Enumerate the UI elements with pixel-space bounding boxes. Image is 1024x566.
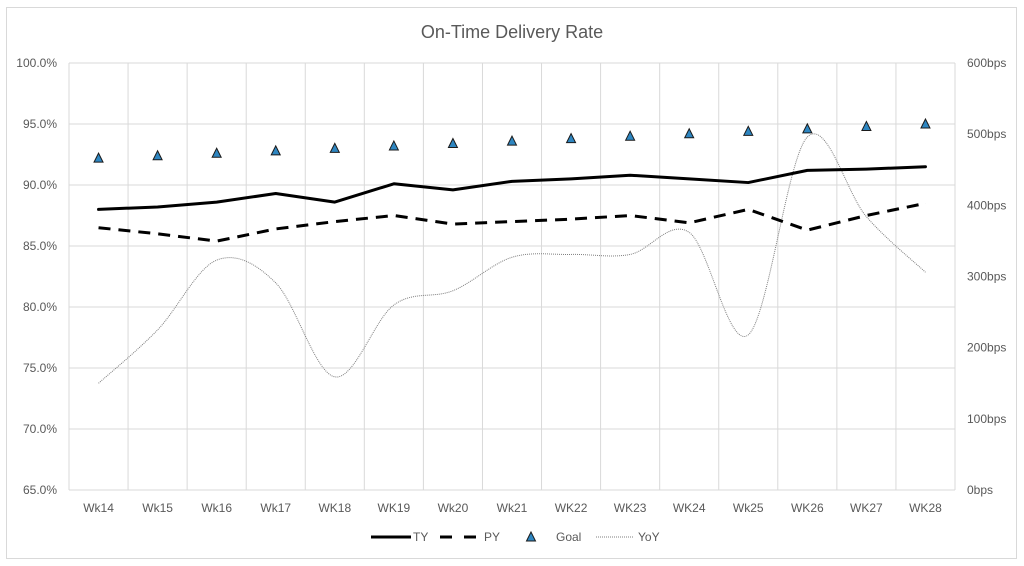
- goal-marker: [152, 149, 163, 161]
- x-tick-label: Wk17: [260, 501, 291, 515]
- legend-swatch-goal: [525, 530, 537, 542]
- series-ty: [97, 165, 927, 211]
- y-axis-right: 0bps 100bps 200bps 300bps 400bps 500bps 600bps: [967, 56, 1006, 497]
- x-tick-label: WK23: [614, 501, 647, 515]
- y-tick-label: 100.0%: [16, 56, 57, 70]
- legend-label-py: PY: [484, 530, 500, 544]
- series-py: [98, 201, 926, 243]
- y2-tick-label: 100bps: [967, 412, 1006, 426]
- gridlines: [68, 62, 956, 491]
- series-layer: [93, 117, 931, 384]
- x-tick-label: WK19: [378, 501, 411, 515]
- goal-marker: [683, 127, 695, 139]
- goal-marker: [447, 137, 459, 149]
- y-tick-label: 75.0%: [23, 361, 57, 375]
- y-tick-label: 90.0%: [23, 178, 57, 192]
- y2-tick-label: 0bps: [967, 483, 993, 497]
- legend: TY PY Goal YoY: [371, 530, 660, 544]
- chart-title: On-Time Delivery Rate: [421, 22, 603, 42]
- y-tick-label: 65.0%: [23, 483, 57, 497]
- goal-marker: [506, 134, 518, 146]
- y2-tick-label: 500bps: [967, 127, 1006, 141]
- x-tick-label: WK18: [318, 501, 351, 515]
- legend-label-ty: TY: [413, 530, 428, 544]
- chart-svg: On-Time Delivery Rate 65.0% 70.0% 75.0% 80.…: [16, 22, 1006, 544]
- x-tick-label: Wk20: [438, 501, 469, 515]
- y-tick-label: 95.0%: [23, 117, 57, 131]
- x-tick-label: Wk15: [142, 501, 173, 515]
- y-tick-label: 85.0%: [23, 239, 57, 253]
- line-py: [98, 201, 926, 243]
- legend-label-goal: Goal: [556, 530, 581, 544]
- goal-marker: [565, 132, 577, 144]
- x-tick-label: Wk25: [733, 501, 764, 515]
- y-tick-label: 70.0%: [23, 422, 57, 436]
- goal-marker: [861, 120, 872, 131]
- y2-tick-label: 400bps: [967, 198, 1006, 212]
- y-tick-label: 80.0%: [23, 300, 57, 314]
- goal-marker: [93, 152, 104, 163]
- x-tick-label: Wk14: [83, 501, 114, 515]
- goal-marker: [270, 144, 282, 156]
- x-tick-label: WK27: [850, 501, 883, 515]
- x-tick-label: WK28: [909, 501, 942, 515]
- x-tick-label: WK26: [791, 501, 824, 515]
- x-axis: Wk14 Wk15 Wk16 Wk17 WK18 WK19 Wk20 Wk21 WK22 WK23…: [83, 501, 942, 515]
- x-tick-label: Wk21: [497, 501, 528, 515]
- goal-marker: [742, 125, 754, 136]
- y2-tick-label: 600bps: [967, 56, 1006, 70]
- y2-tick-label: 300bps: [967, 270, 1006, 284]
- goal-marker: [624, 130, 636, 141]
- x-tick-label: WK22: [555, 501, 588, 515]
- x-tick-label: Wk16: [201, 501, 232, 515]
- x-tick-label: WK24: [673, 501, 706, 515]
- goal-marker: [388, 139, 400, 151]
- legend-label-yoy: YoY: [638, 530, 660, 544]
- y-axis-left: 65.0% 70.0% 75.0% 80.0% 85.0% 90.0% 95.0% 100.0…: [16, 56, 57, 497]
- goal-marker: [329, 142, 341, 153]
- line-ty: [97, 165, 927, 211]
- goal-marker: [802, 122, 813, 134]
- goal-marker: [211, 147, 222, 158]
- series-goal: [93, 117, 931, 163]
- y2-tick-label: 200bps: [967, 341, 1006, 355]
